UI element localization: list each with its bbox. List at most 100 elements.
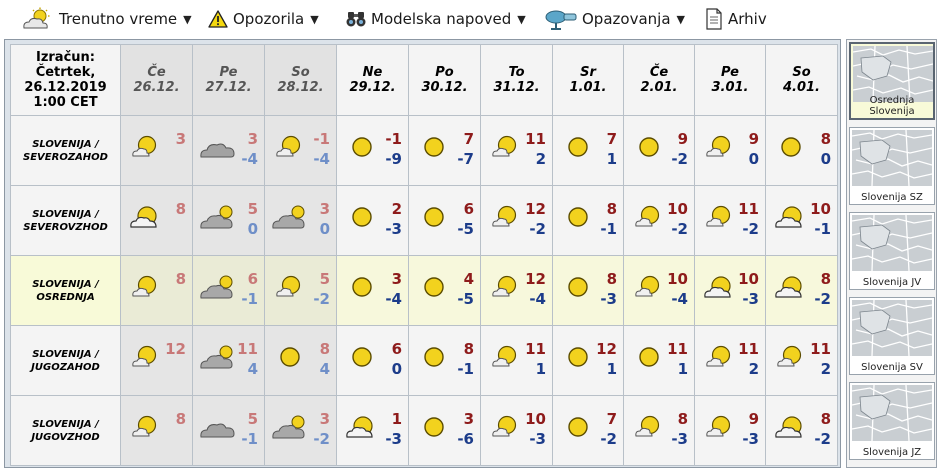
min-temperature: -3 — [385, 430, 402, 448]
forecast-cell[interactable]: 3 -6 — [408, 395, 481, 466]
forecast-cell[interactable]: 9 -2 — [623, 115, 695, 186]
max-temperature: 10 — [810, 200, 831, 218]
menu-model-forecast[interactable]: Modelska napoved ▼ — [344, 5, 526, 33]
forecast-cell[interactable]: 50 — [192, 185, 265, 256]
forecast-cell[interactable]: 84 — [264, 325, 337, 396]
forecast-cell[interactable]: 11 2 — [765, 325, 838, 396]
forecast-cell[interactable]: 11 2 — [694, 325, 766, 396]
forecast-cell[interactable]: 60 — [336, 325, 409, 396]
forecast-cell[interactable]: 6 -1 — [192, 255, 265, 326]
forecast-cell[interactable]: 11 2 — [480, 115, 553, 186]
min-temperature: -1 — [814, 220, 831, 238]
forecast-cell[interactable]: 3 -4 — [192, 115, 265, 186]
day-date: 1.01. — [569, 80, 607, 95]
forecast-cell[interactable]: 5 -1 — [192, 395, 265, 466]
region-name-line: SEVEROZAHOD — [23, 151, 108, 163]
forecast-cell[interactable]: 9 -3 — [694, 395, 766, 466]
forecast-cell[interactable]: 80 — [765, 115, 838, 186]
region-name-line: SLOVENIJA / — [32, 138, 99, 150]
forecast-cell[interactable]: 1 -3 — [336, 395, 409, 466]
region-map-image — [852, 130, 932, 186]
max-temperature: 8 — [606, 270, 617, 288]
forecast-cell[interactable]: 3 -4 — [336, 255, 409, 326]
menu-label: Trenutno vreme — [59, 10, 178, 28]
day-name: Po — [435, 65, 454, 80]
day-header: So 28.12. — [264, 44, 337, 116]
menu-archive[interactable]: Arhiv — [703, 5, 767, 33]
forecast-cell[interactable]: 8 — [120, 395, 193, 466]
run-info-header: Izračun: Četrtek, 26.12.2019 1:00 CET — [10, 44, 121, 116]
forecast-cell[interactable]: 12 — [120, 325, 193, 396]
max-temperature: 6 — [463, 200, 474, 218]
forecast-cell[interactable]: 12 -4 — [480, 255, 553, 326]
forecast-cell[interactable]: 12 1 — [552, 325, 624, 396]
forecast-cell[interactable]: -1 -4 — [264, 115, 337, 186]
min-temperature: -7 — [457, 150, 474, 168]
forecast-cell[interactable]: 12 -2 — [480, 185, 553, 256]
max-temperature: 8 — [677, 410, 688, 428]
forecast-cell[interactable]: 8 -3 — [552, 255, 624, 326]
region-map-tile[interactable]: Osrednja Slovenija — [849, 42, 935, 120]
forecast-cell[interactable]: 8 -2 — [765, 255, 838, 326]
forecast-cell[interactable]: 11 1 — [623, 325, 695, 396]
menu-warnings[interactable]: Opozorila ▼ — [206, 5, 319, 33]
max-temperature: 10 — [525, 410, 546, 428]
forecast-cell[interactable]: 3 — [120, 115, 193, 186]
min-temperature: -9 — [385, 150, 402, 168]
forecast-cell[interactable]: 7 -7 — [408, 115, 481, 186]
max-temperature: 6 — [247, 270, 258, 288]
forecast-cell[interactable]: 71 — [552, 115, 624, 186]
forecast-cell[interactable]: 8 -1 — [408, 325, 481, 396]
chevron-down-icon: ▼ — [183, 12, 192, 26]
top-menu-bar: Trenutno vreme ▼ Opozorila ▼ Modelska na… — [0, 0, 940, 38]
forecast-cell[interactable]: 10 -1 — [765, 185, 838, 256]
max-temperature: 1 — [391, 410, 402, 428]
max-temperature: 11 — [525, 130, 546, 148]
forecast-cell[interactable]: 8 -3 — [623, 395, 695, 466]
forecast-cell[interactable]: 3 -2 — [264, 395, 337, 466]
forecast-cell[interactable]: 5 -2 — [264, 255, 337, 326]
forecast-table-frame: Izračun: Četrtek, 26.12.2019 1:00 CET Če… — [4, 39, 841, 468]
forecast-cell[interactable]: 90 — [694, 115, 766, 186]
menu-observations[interactable]: Opazovanja ▼ — [543, 5, 685, 33]
forecast-cell[interactable]: 11 -2 — [694, 185, 766, 256]
forecast-cell[interactable]: 8 — [120, 185, 193, 256]
forecast-cell[interactable]: 11 4 — [192, 325, 265, 396]
min-temperature: -2 — [313, 290, 330, 308]
table-row: SLOVENIJA / OSREDNJA 8 6 -1 5 -2 3 -4 4 -5 12 -4 8 -3 1… — [10, 255, 838, 326]
region-map-tile[interactable]: Slovenija SZ — [849, 127, 935, 205]
min-temperature: -6 — [457, 430, 474, 448]
forecast-cell[interactable]: 10 -2 — [623, 185, 695, 256]
forecast-cell[interactable]: 6 -5 — [408, 185, 481, 256]
min-temperature: -2 — [671, 150, 688, 168]
min-temperature: -3 — [742, 430, 759, 448]
forecast-cell[interactable]: 30 — [264, 185, 337, 256]
forecast-cell[interactable]: 2 -3 — [336, 185, 409, 256]
min-temperature: 1 — [535, 360, 546, 378]
menu-label: Opozorila — [233, 10, 305, 28]
forecast-cell[interactable]: 10 -3 — [480, 395, 553, 466]
region-map-tile[interactable]: Slovenija SV — [849, 297, 935, 375]
forecast-cell[interactable]: 11 1 — [480, 325, 553, 396]
region-map-tile[interactable]: Slovenija JZ — [849, 382, 935, 460]
forecast-cell[interactable]: 10 -4 — [623, 255, 695, 326]
day-date: 28.12. — [277, 80, 324, 95]
forecast-cell[interactable]: 7 -2 — [552, 395, 624, 466]
min-temperature: -1 — [600, 220, 617, 238]
table-header-row: Izračun: Četrtek, 26.12.2019 1:00 CET Če… — [10, 44, 838, 116]
day-header: Če 26.12. — [120, 44, 193, 116]
forecast-cell[interactable]: 10 -3 — [694, 255, 766, 326]
menu-current-weather[interactable]: Trenutno vreme ▼ — [20, 5, 192, 33]
region-map-image — [853, 46, 933, 102]
forecast-cell[interactable]: 4 -5 — [408, 255, 481, 326]
day-date: 31.12. — [493, 80, 540, 95]
forecast-cell[interactable]: 8 -2 — [765, 395, 838, 466]
forecast-cell[interactable]: -1 -9 — [336, 115, 409, 186]
min-temperature: -3 — [385, 220, 402, 238]
region-name-line: SLOVENIJA / — [32, 418, 99, 430]
min-temperature: -4 — [385, 290, 402, 308]
forecast-cell[interactable]: 8 — [120, 255, 193, 326]
forecast-cell[interactable]: 8 -1 — [552, 185, 624, 256]
region-map-tile[interactable]: Slovenija JV — [849, 212, 935, 290]
day-date: 3.01. — [711, 80, 749, 95]
